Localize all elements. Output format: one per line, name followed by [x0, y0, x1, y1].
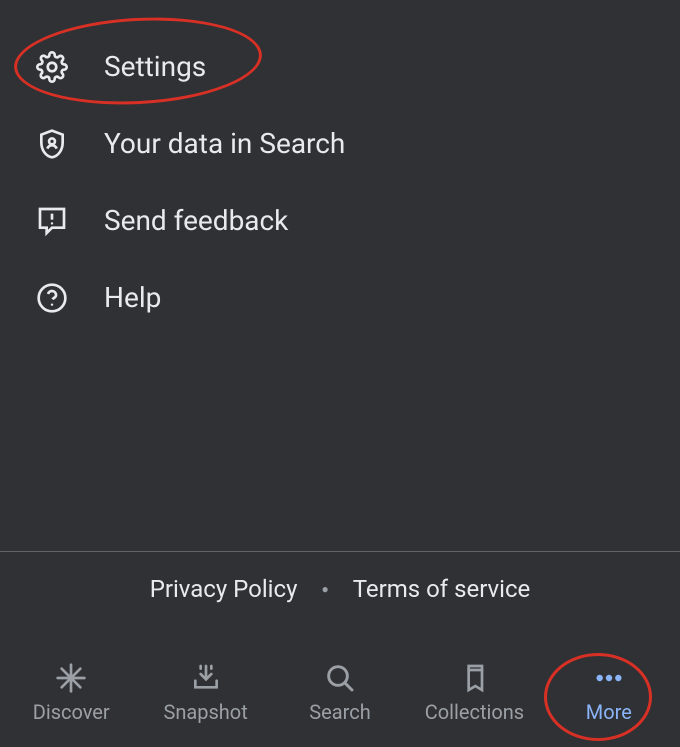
help-menu-item[interactable]: Help: [0, 259, 680, 336]
settings-menu-item[interactable]: Settings: [0, 28, 680, 105]
nav-label: Snapshot: [163, 700, 247, 724]
menu-item-label: Your data in Search: [104, 127, 345, 160]
menu-item-label: Help: [104, 281, 161, 314]
nav-label: Discover: [33, 700, 110, 724]
help-icon: [36, 282, 68, 314]
nav-snapshot[interactable]: Snapshot: [138, 662, 272, 724]
nav-search[interactable]: Search: [273, 662, 407, 724]
shield-account-icon: [36, 128, 68, 160]
nav-label: Collections: [425, 700, 524, 724]
more-icon: [593, 662, 625, 694]
nav-label: More: [586, 700, 632, 724]
menu-item-label: Settings: [104, 50, 206, 83]
send-feedback-menu-item[interactable]: Send feedback: [0, 182, 680, 259]
bottom-navigation: Discover Snapshot Search: [0, 647, 680, 747]
search-icon: [324, 662, 356, 694]
nav-discover[interactable]: Discover: [4, 662, 138, 724]
nav-more[interactable]: More: [542, 662, 676, 724]
terms-of-service-link[interactable]: Terms of service: [353, 575, 531, 603]
more-menu-list: Settings Your data in Search Send feedba…: [0, 0, 680, 336]
feedback-icon: [36, 205, 68, 237]
snapshot-icon: [190, 662, 222, 694]
nav-label: Search: [309, 700, 370, 724]
privacy-policy-link[interactable]: Privacy Policy: [150, 575, 298, 603]
your-data-menu-item[interactable]: Your data in Search: [0, 105, 680, 182]
footer-divider: [0, 551, 680, 552]
nav-collections[interactable]: Collections: [407, 662, 541, 724]
separator-dot: ●: [321, 582, 328, 596]
menu-item-label: Send feedback: [104, 204, 288, 237]
footer-links: Privacy Policy ● Terms of service: [0, 575, 680, 603]
discover-icon: [55, 662, 87, 694]
gear-icon: [36, 51, 68, 83]
collections-icon: [458, 662, 490, 694]
